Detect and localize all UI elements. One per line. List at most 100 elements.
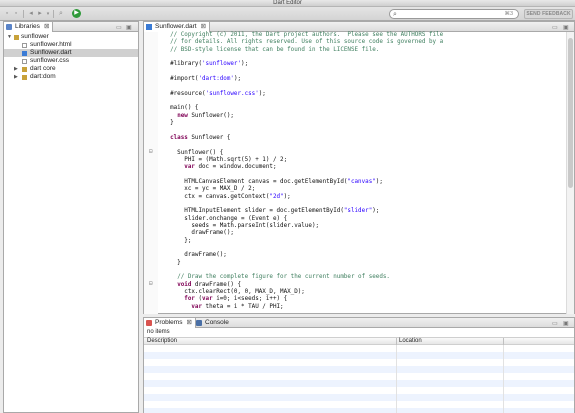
code-line[interactable]: #library('sunflower'); [163, 61, 563, 68]
code-line[interactable]: for (var i=0; i<seeds; i++) { [163, 296, 563, 303]
code-line[interactable]: } [163, 120, 563, 127]
column-divider[interactable] [503, 338, 504, 345]
code-line[interactable]: ​ [163, 172, 563, 179]
code-line[interactable]: }; [163, 238, 563, 245]
toolbar-divider [23, 10, 24, 18]
code-line[interactable]: // Draw the complete figure for the curr… [163, 274, 563, 281]
collapsed-triangle-icon[interactable]: ▶ [14, 73, 18, 81]
editor-scrollbar[interactable] [566, 32, 574, 314]
main-toolbar: ▫ ▫ ◂ ▸ ▾ ⌕ ▶ ⌕ ⌘3 SEND FEEDBACK [0, 7, 575, 21]
tab-problems[interactable]: Problems ⊠ [144, 318, 196, 328]
code-line[interactable]: #resource('sunflower.css'); [163, 91, 563, 98]
code-line[interactable]: new Sunflower(); [163, 113, 563, 120]
column-header-location[interactable]: Location [399, 338, 422, 345]
maximize-icon[interactable]: ▣ [126, 24, 132, 31]
collapsed-triangle-icon[interactable]: ▶ [14, 65, 18, 73]
problems-pane: Problems ⊠ Console ▭ ▣ no items Descripti… [143, 317, 575, 413]
column-divider [396, 345, 397, 413]
code-line[interactable]: // BSD-style license that can be found i… [163, 47, 563, 54]
scrollbar-thumb[interactable] [568, 38, 573, 188]
dart-file-icon [22, 50, 27, 56]
code-line[interactable]: ​ [163, 267, 563, 274]
close-icon[interactable]: ⊠ [201, 23, 206, 30]
library-icon [14, 34, 19, 40]
column-divider[interactable] [396, 338, 397, 345]
library-icon [22, 74, 27, 80]
tree-item-sunflower[interactable]: ▼ sunflower [4, 33, 138, 41]
minimize-icon[interactable]: ▭ [116, 24, 122, 31]
fold-toggle-icon[interactable]: ⊟ [149, 280, 153, 287]
tab-libraries[interactable]: Libraries ⊠ [4, 22, 54, 32]
magnifier-icon: ⌕ [393, 11, 397, 18]
search-input[interactable]: ⌕ ⌘3 [389, 9, 519, 19]
fold-toggle-icon[interactable]: ⊟ [149, 148, 153, 155]
code-line[interactable]: ​ [163, 83, 563, 90]
code-line[interactable]: ctx = canvas.getContext("2d"); [163, 194, 563, 201]
code-line[interactable]: drawFrame(); [163, 252, 563, 259]
code-editor[interactable]: // Copyright (c) 2011, the Dart project … [163, 32, 563, 311]
minimize-icon[interactable]: ▭ [552, 24, 558, 31]
code-line[interactable]: void drawFrame() { [163, 282, 563, 289]
tree-item-label: Sunflower.dart [30, 49, 72, 56]
code-line[interactable]: drawFrame(); [163, 230, 563, 237]
editor-pane: Sunflower.dart ⊠ ▭ ▣ ⊟ ⊟ // Copyright (c)… [143, 21, 575, 314]
tab-libraries-label: Libraries [15, 23, 40, 30]
code-line[interactable]: class Sunflower { [163, 135, 563, 142]
code-line[interactable]: PHI = (Math.sqrt(5) + 1) / 2; [163, 157, 563, 164]
code-line[interactable]: seeds = Math.parseInt(slider.value); [163, 223, 563, 230]
tree-item-label: dart core [30, 65, 56, 72]
tree-item-sunflower-css[interactable]: sunflower.css [4, 57, 138, 65]
close-icon[interactable]: ⊠ [186, 319, 191, 326]
html-file-icon [22, 42, 27, 48]
css-file-icon [22, 58, 27, 64]
tab-problems-label: Problems [155, 319, 183, 326]
back-icon[interactable]: ◂ [27, 10, 35, 18]
code-line[interactable]: ​ [163, 127, 563, 134]
tree-item-sunflower-html[interactable]: sunflower.html [4, 41, 138, 49]
code-line[interactable]: } [163, 260, 563, 267]
editor-tabbar: Sunflower.dart ⊠ ▭ ▣ [144, 22, 574, 32]
code-line[interactable]: ctx.clearRect(0, 0, MAX_D, MAX_D); [163, 289, 563, 296]
window-title: Dart Editor [0, 0, 575, 7]
code-line[interactable]: slider.onchange = (Event e) { [163, 216, 563, 223]
tree-item-dart-core[interactable]: ▶ dart core [4, 65, 138, 73]
code-line[interactable]: ​ [163, 201, 563, 208]
code-line[interactable]: ​ [163, 69, 563, 76]
code-line[interactable]: ​ [163, 245, 563, 252]
code-line[interactable]: HTMLInputElement slider = doc.getElement… [163, 208, 563, 215]
code-line[interactable]: var theta = i * TAU / PHI; [163, 304, 563, 311]
code-line[interactable]: main() { [163, 105, 563, 112]
tree-item-sunflower-dart[interactable]: Sunflower.dart [4, 49, 138, 57]
run-icon[interactable]: ▶ [72, 9, 81, 18]
tree-item-dart-dom[interactable]: ▶ dart:dom [4, 73, 138, 81]
send-feedback-button[interactable]: SEND FEEDBACK [524, 9, 573, 19]
libraries-pane: Libraries ⊠ ▭ ▣ ▼ sunflower sunflower.htm… [3, 21, 139, 413]
code-line[interactable]: ​ [163, 142, 563, 149]
console-icon [196, 320, 202, 326]
code-line[interactable]: ​ [163, 54, 563, 61]
maximize-icon[interactable]: ▣ [563, 24, 569, 31]
expanded-triangle-icon[interactable]: ▼ [7, 33, 12, 41]
new-file-icon[interactable]: ▫ [3, 10, 11, 18]
code-line[interactable]: var doc = window.document; [163, 164, 563, 171]
forward-icon[interactable]: ▸ [36, 10, 44, 18]
code-line[interactable]: HTMLCanvasElement canvas = doc.getElemen… [163, 179, 563, 186]
minimize-icon[interactable]: ▭ [552, 320, 558, 327]
code-line[interactable]: // Copyright (c) 2011, the Dart project … [163, 32, 563, 39]
problems-icon [146, 320, 152, 326]
save-icon[interactable]: ▫ [12, 10, 20, 18]
tab-sunflower-dart[interactable]: Sunflower.dart ⊠ [144, 22, 211, 32]
code-line[interactable]: #import('dart:dom'); [163, 76, 563, 83]
libraries-tabbar: Libraries ⊠ ▭ ▣ [4, 22, 138, 32]
tab-console[interactable]: Console [194, 318, 232, 328]
code-line[interactable]: ​ [163, 98, 563, 105]
search-tool-icon[interactable]: ⌕ [57, 10, 65, 18]
code-line[interactable]: // for details. All rights reserved. Use… [163, 39, 563, 46]
editor-gutter [144, 32, 158, 314]
history-dropdown-icon[interactable]: ▾ [44, 10, 52, 18]
close-icon[interactable]: ⊠ [44, 23, 49, 30]
code-line[interactable]: xc = yc = MAX_D / 2; [163, 186, 563, 193]
maximize-icon[interactable]: ▣ [563, 320, 569, 327]
column-header-description[interactable]: Description [147, 338, 177, 345]
code-line[interactable]: Sunflower() { [163, 150, 563, 157]
